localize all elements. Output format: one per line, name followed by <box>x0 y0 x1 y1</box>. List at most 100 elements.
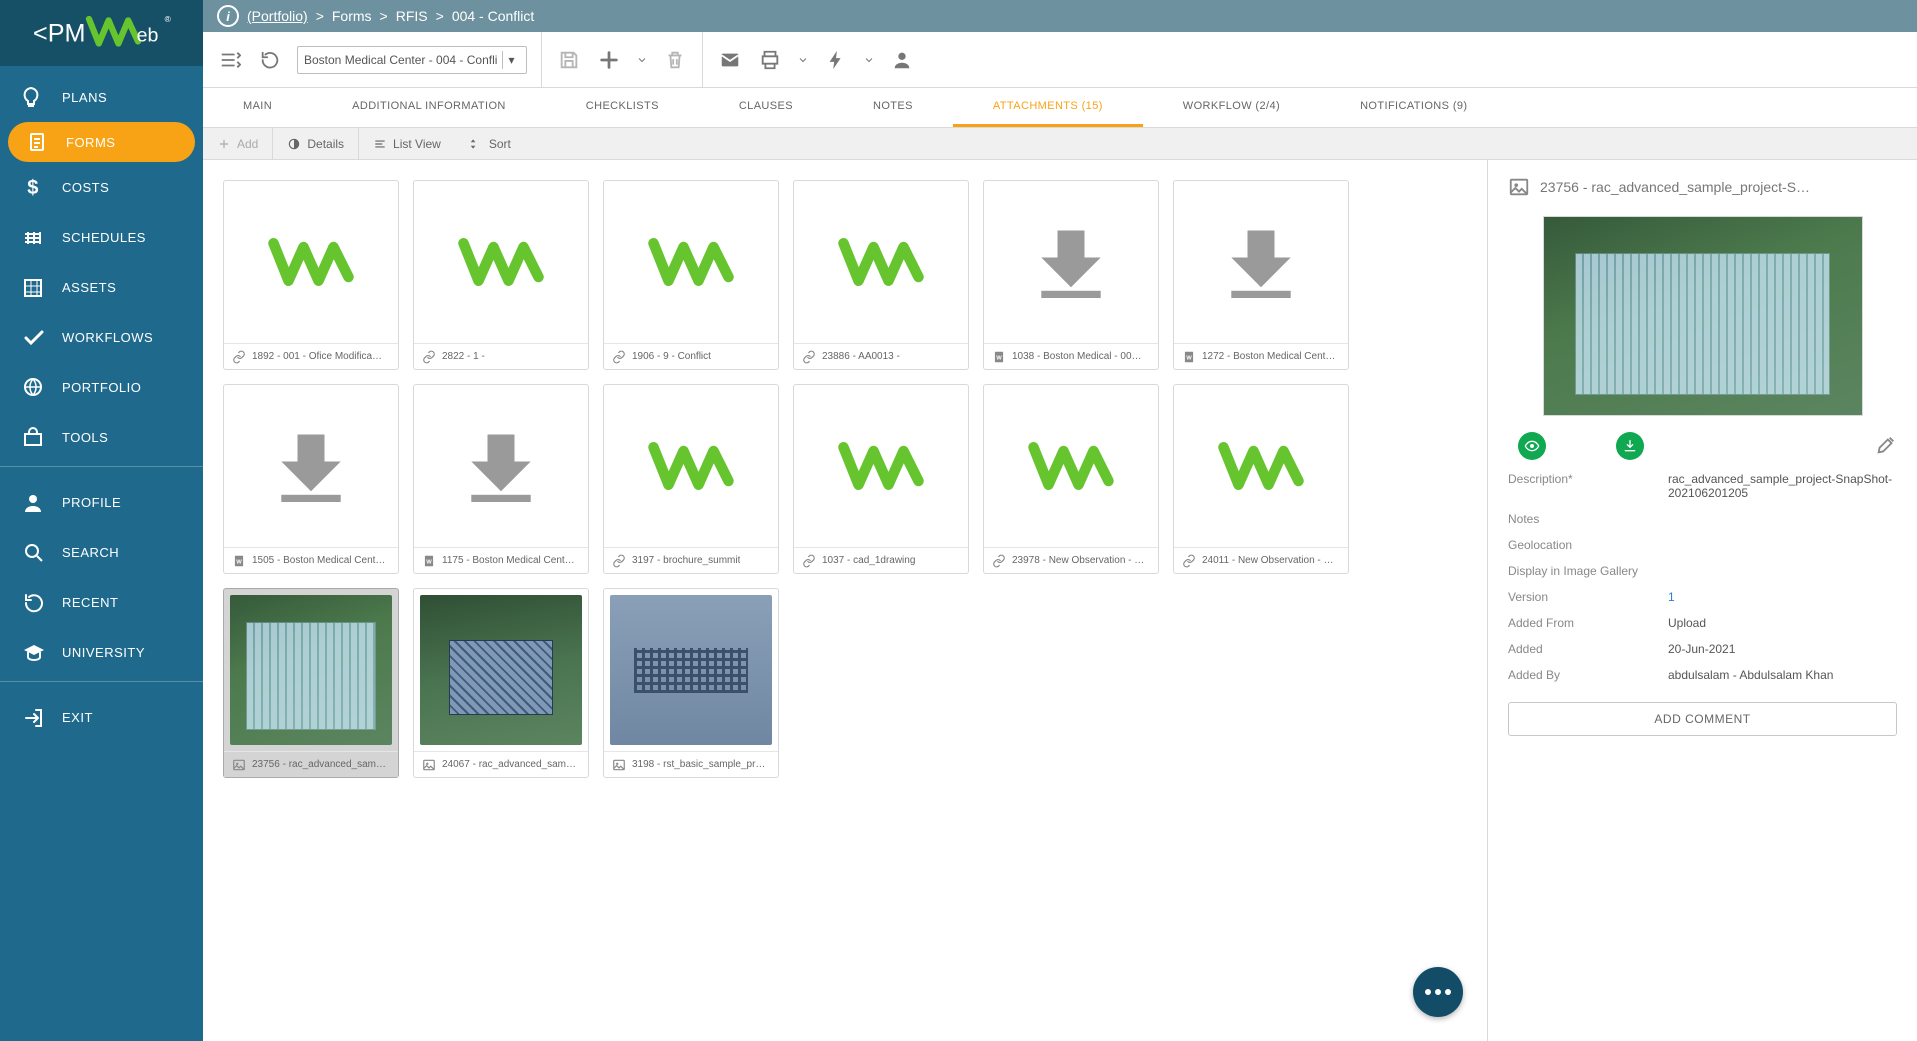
attachment-card[interactable]: 1037 - cad_1drawing <box>793 384 969 574</box>
sidebar-item-forms[interactable]: FORMS <box>8 122 195 162</box>
sidebar-item-tools[interactable]: TOOLS <box>0 412 203 462</box>
attachment-card[interactable]: 1906 - 9 - Conflict <box>603 180 779 370</box>
card-footer: 2822 - 1 - <box>414 343 588 369</box>
attachment-card[interactable]: 1038 - Boston Medical - 00… <box>983 180 1159 370</box>
sidebar-item-plans[interactable]: PLANS <box>0 72 203 122</box>
card-thumbnail <box>794 385 968 547</box>
sidebar-item-portfolio[interactable]: PORTFOLIO <box>0 362 203 412</box>
sidebar-item-assets[interactable]: ASSETS <box>0 262 203 312</box>
card-thumbnail <box>984 181 1158 343</box>
listview-button[interactable]: List View <box>359 128 455 159</box>
attachment-card[interactable]: 1272 - Boston Medical Cent… <box>1173 180 1349 370</box>
type-icon <box>612 554 626 568</box>
tab-notifications-9-[interactable]: NOTIFICATIONS (9) <box>1320 88 1507 127</box>
attachment-card[interactable]: 2822 - 1 - <box>413 180 589 370</box>
info-icon[interactable]: i <box>217 5 239 27</box>
delete-icon[interactable] <box>662 47 688 73</box>
email-icon[interactable] <box>717 47 743 73</box>
card-footer: 23756 - rac_advanced_sam… <box>224 751 398 777</box>
card-footer: 23978 - New Observation - … <box>984 547 1158 573</box>
card-thumbnail <box>224 385 398 547</box>
type-icon <box>422 350 436 364</box>
attachment-card[interactable]: 1505 - Boston Medical Cent… <box>223 384 399 574</box>
attachment-card[interactable]: 23756 - rac_advanced_sam… <box>223 588 399 778</box>
attachment-card[interactable]: 3198 - rst_basic_sample_pr… <box>603 588 779 778</box>
tab-workflow-2-4-[interactable]: WORKFLOW (2/4) <box>1143 88 1320 127</box>
type-icon <box>612 758 626 772</box>
card-footer: 1272 - Boston Medical Cent… <box>1174 343 1348 369</box>
tab-notes[interactable]: NOTES <box>833 88 953 127</box>
sidebar-item-costs[interactable]: $COSTS <box>0 162 203 212</box>
details-button[interactable]: Details <box>273 128 359 159</box>
add-icon[interactable] <box>596 47 622 73</box>
attachment-card[interactable]: 23978 - New Observation - … <box>983 384 1159 574</box>
assets-icon <box>22 276 44 298</box>
settings-icon[interactable] <box>217 47 243 73</box>
card-thumbnail <box>794 181 968 343</box>
breadcrumb-forms[interactable]: Forms <box>332 8 372 24</box>
sort-button[interactable]: Sort <box>455 128 525 159</box>
attachments-toolbar: Add Details List View Sort <box>203 128 1917 160</box>
svg-text:<PM: <PM <box>33 19 86 47</box>
attachment-card[interactable]: 23886 - AA0013 - <box>793 180 969 370</box>
user-icon[interactable] <box>889 47 915 73</box>
tab-checklists[interactable]: CHECKLISTS <box>546 88 699 127</box>
type-icon <box>1182 554 1196 568</box>
type-icon <box>802 554 816 568</box>
card-footer: 24067 - rac_advanced_sam… <box>414 751 588 777</box>
attachments-grid: 1892 - 001 - Ofice Modifica… 2822 - 1 - 19… <box>203 160 1487 1041</box>
download-button[interactable] <box>1616 432 1644 460</box>
add-comment-button[interactable]: ADD COMMENT <box>1508 702 1897 736</box>
attachment-card[interactable]: 24067 - rac_advanced_sam… <box>413 588 589 778</box>
view-button[interactable] <box>1518 432 1546 460</box>
image-icon <box>1508 176 1530 198</box>
attachment-card[interactable]: 1175 - Boston Medical Cent… <box>413 384 589 574</box>
details-version[interactable]: 1 <box>1668 590 1897 604</box>
schedules-icon <box>22 226 44 248</box>
card-footer: 3197 - brochure_summit <box>604 547 778 573</box>
save-icon[interactable] <box>556 47 582 73</box>
sidebar-item-university[interactable]: UNIVERSITY <box>0 627 203 677</box>
tab-additional-information[interactable]: ADDITIONAL INFORMATION <box>312 88 546 127</box>
edit-icon[interactable] <box>1875 434 1897 459</box>
card-thumbnail <box>414 589 588 751</box>
action-dropdown-icon[interactable] <box>863 47 875 73</box>
details-preview[interactable] <box>1543 216 1863 416</box>
sidebar-item-schedules[interactable]: SCHEDULES <box>0 212 203 262</box>
card-footer: 1037 - cad_1drawing <box>794 547 968 573</box>
tab-main[interactable]: MAIN <box>203 88 312 127</box>
card-footer: 24011 - New Observation - … <box>1174 547 1348 573</box>
sidebar-item-workflows[interactable]: WORKFLOWS <box>0 312 203 362</box>
university-icon <box>22 641 44 663</box>
tab-clauses[interactable]: CLAUSES <box>699 88 833 127</box>
type-icon <box>232 350 246 364</box>
fab-more-button[interactable] <box>1413 967 1463 1017</box>
sidebar-item-recent[interactable]: RECENT <box>0 577 203 627</box>
add-dropdown-icon[interactable] <box>636 47 648 73</box>
content: 1892 - 001 - Ofice Modifica… 2822 - 1 - 19… <box>203 160 1917 1041</box>
breadcrumb-rfis[interactable]: RFIS <box>396 8 428 24</box>
sidebar-item-search[interactable]: SEARCH <box>0 527 203 577</box>
breadcrumb-root[interactable]: (Portfolio) <box>247 8 308 24</box>
history-icon[interactable] <box>257 47 283 73</box>
card-thumbnail <box>414 181 588 343</box>
card-thumbnail <box>414 385 588 547</box>
tab-attachments-15-[interactable]: ATTACHMENTS (15) <box>953 88 1143 127</box>
print-dropdown-icon[interactable] <box>797 47 809 73</box>
breadcrumb-record: 004 - Conflict <box>452 8 534 24</box>
exit-icon <box>22 706 44 728</box>
record-selector[interactable]: Boston Medical Center - 004 - Confli ▾ <box>297 46 527 74</box>
sidebar-item-profile[interactable]: PROFILE <box>0 477 203 527</box>
action-icon[interactable] <box>823 47 849 73</box>
attachment-card[interactable]: 1892 - 001 - Ofice Modifica… <box>223 180 399 370</box>
search-icon <box>22 541 44 563</box>
card-thumbnail <box>604 589 778 751</box>
sidebar-item-exit[interactable]: EXIT <box>0 692 203 742</box>
attachment-card[interactable]: 24011 - New Observation - … <box>1173 384 1349 574</box>
svg-text:®: ® <box>165 14 172 24</box>
tools-icon <box>22 426 44 448</box>
card-thumbnail <box>604 181 778 343</box>
attachment-card[interactable]: 3197 - brochure_summit <box>603 384 779 574</box>
print-icon[interactable] <box>757 47 783 73</box>
type-icon <box>422 554 436 568</box>
